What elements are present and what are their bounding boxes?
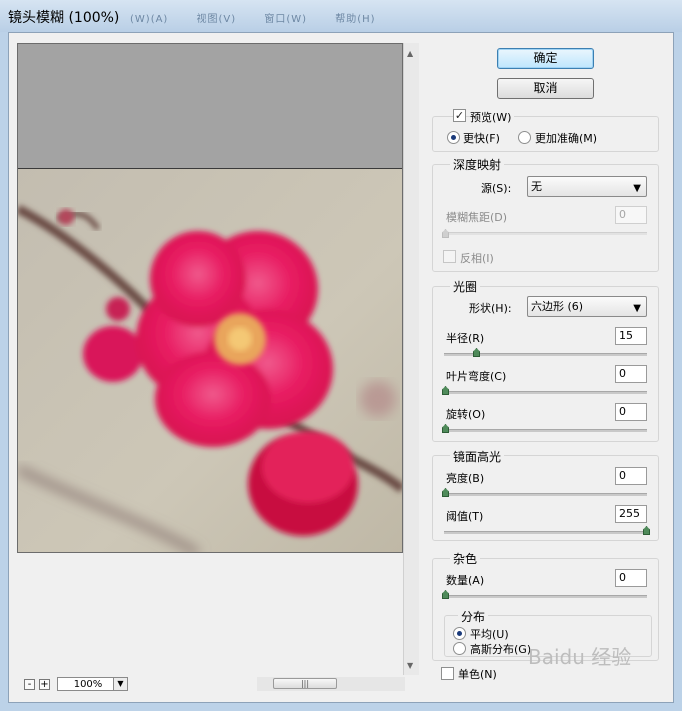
radius-label: 半径(R) — [446, 332, 485, 345]
shape-select-value: 六边形 (6) — [531, 300, 584, 313]
shape-label: 形状(H): — [469, 302, 512, 315]
menu-window: 窗口(W) — [264, 14, 308, 25]
blur-focal-label: 模糊焦距(D) — [446, 211, 508, 224]
iris-title: 光圈 — [450, 278, 481, 295]
faster-label: 更快(F) — [463, 132, 500, 145]
uniform-label: 平均(U) — [470, 628, 509, 641]
preview-vertical-scrollbar[interactable]: ▲ ▼ — [403, 43, 419, 675]
background-menubar: (W)(A) 视图(V) 窗口(W) 帮助(H) — [130, 10, 400, 25]
faster-radio[interactable] — [447, 131, 460, 144]
menu-item: (W)(A) — [130, 14, 169, 25]
amount-label: 数量(A) — [446, 574, 485, 587]
chevron-down-icon: ▼ — [633, 183, 641, 194]
zoom-in-button[interactable]: + — [39, 679, 50, 690]
ok-button[interactable]: 确定 — [497, 48, 594, 69]
shape-select[interactable]: 六边形 (6) ▼ — [527, 296, 647, 317]
blossom-image — [18, 169, 402, 552]
zoom-out-button[interactable]: - — [24, 679, 35, 690]
zoom-level-field[interactable]: 100% — [57, 677, 119, 691]
rotation-field[interactable]: 0 — [615, 403, 647, 421]
scroll-down-icon[interactable]: ▼ — [407, 661, 413, 670]
amount-slider[interactable] — [444, 595, 647, 598]
preview-label: 预览(W) — [470, 109, 515, 125]
source-select-value: 无 — [531, 180, 542, 193]
rotation-label: 旋转(O) — [446, 408, 486, 421]
uniform-radio[interactable] — [453, 627, 466, 640]
preview-pane[interactable] — [17, 43, 403, 553]
brightness-field[interactable]: 0 — [615, 467, 647, 485]
threshold-label: 阈值(T) — [446, 510, 484, 523]
gaussian-label: 高斯分布(G) — [470, 643, 532, 656]
radius-field[interactable]: 15 — [615, 327, 647, 345]
blur-focal-slider[interactable] — [444, 232, 647, 235]
preview-horizontal-scrollbar[interactable]: ||| — [257, 677, 405, 691]
gaussian-radio[interactable] — [453, 642, 466, 655]
preview-image — [18, 168, 402, 552]
depth-map-title: 深度映射 — [450, 156, 505, 173]
brightness-label: 亮度(B) — [446, 472, 485, 485]
source-label: 源(S): — [481, 182, 512, 195]
blur-focal-field[interactable]: 0 — [615, 206, 647, 224]
scroll-up-icon[interactable]: ▲ — [407, 49, 413, 58]
noise-title: 杂色 — [450, 550, 481, 567]
source-select[interactable]: 无 ▼ — [527, 176, 647, 197]
more-accurate-radio[interactable] — [518, 131, 531, 144]
preview-checkbox[interactable]: ✓ — [453, 109, 466, 122]
invert-label: 反相(I) — [460, 252, 494, 265]
invert-checkbox[interactable] — [443, 250, 456, 263]
title-bar: 镜头模糊 (100%) (W)(A) 视图(V) 窗口(W) 帮助(H) — [0, 0, 682, 32]
zoom-dropdown-icon[interactable]: ▼ — [113, 677, 128, 691]
brightness-slider[interactable] — [444, 493, 647, 496]
specular-highlights-title: 镜面高光 — [450, 448, 505, 465]
blade-curvature-field[interactable]: 0 — [615, 365, 647, 383]
blade-curvature-slider[interactable] — [444, 391, 647, 394]
scroll-thumb[interactable]: ||| — [273, 678, 337, 689]
distribution-title: 分布 — [458, 608, 489, 625]
chevron-down-icon: ▼ — [633, 303, 641, 314]
rotation-slider[interactable] — [444, 429, 647, 432]
threshold-field[interactable]: 255 — [615, 505, 647, 523]
baidu-watermark: Baidu 经验 — [528, 645, 632, 669]
threshold-slider[interactable] — [444, 531, 647, 534]
amount-field[interactable]: 0 — [615, 569, 647, 587]
menu-view: 视图(V) — [196, 14, 237, 25]
monochromatic-checkbox[interactable] — [441, 667, 454, 680]
window-title: 镜头模糊 (100%) — [8, 10, 120, 26]
more-accurate-label: 更加准确(M) — [535, 132, 598, 145]
menu-help: 帮助(H) — [335, 14, 376, 25]
preview-statusbar: - + 100% ▼ ||| — [17, 675, 405, 692]
blade-curvature-label: 叶片弯度(C) — [446, 370, 507, 383]
cancel-button[interactable]: 取消 — [497, 78, 594, 99]
monochromatic-label: 单色(N) — [458, 668, 497, 681]
